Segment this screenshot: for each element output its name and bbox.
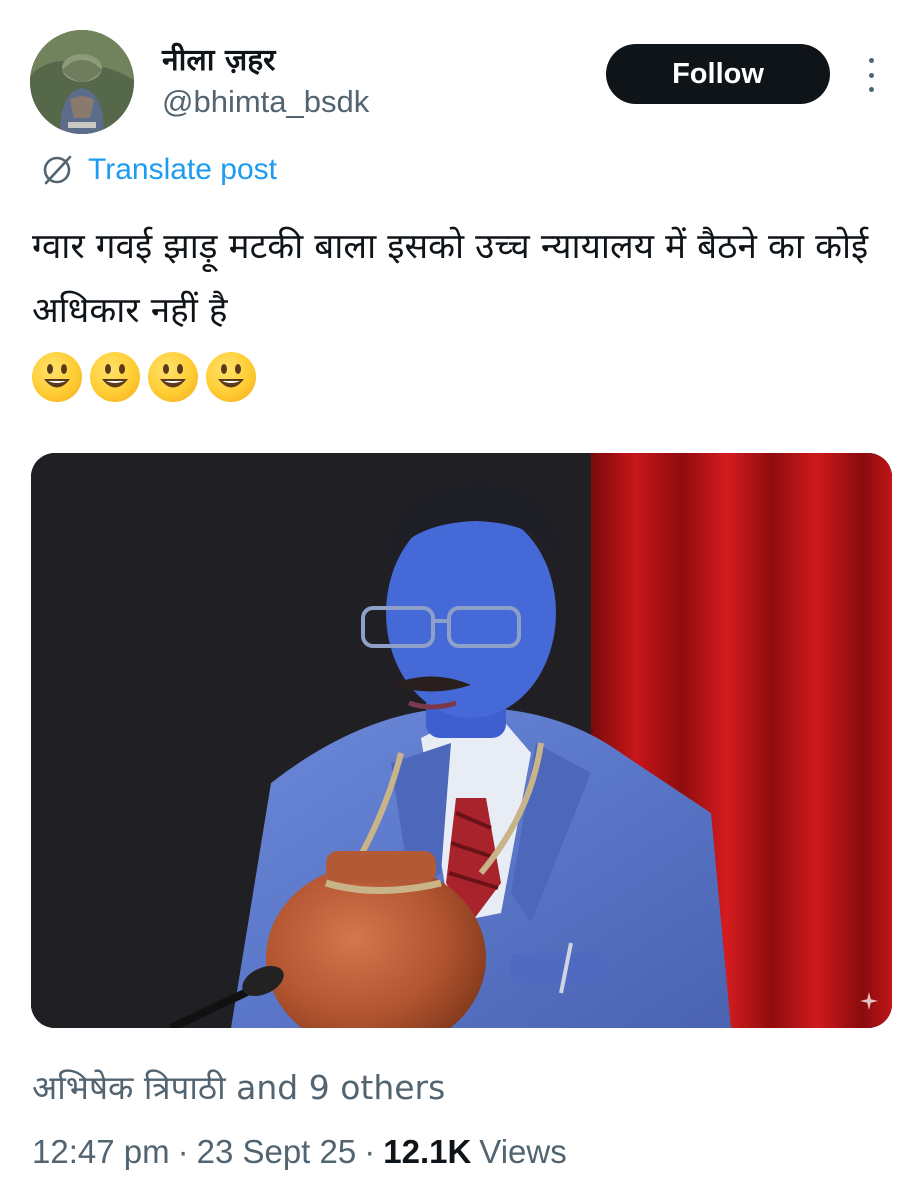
post-date[interactable]: 23 Sept 25 — [197, 1133, 357, 1171]
smiley-emoji — [32, 352, 82, 402]
avatar[interactable] — [30, 30, 134, 134]
views-label: Views — [479, 1133, 567, 1170]
meta-separator: · — [364, 1133, 376, 1170]
display-name[interactable]: नीला ज़हर — [162, 38, 275, 79]
smiley-emoji — [148, 352, 198, 402]
post-image[interactable] — [31, 453, 892, 1028]
translate-post-link[interactable]: Translate post — [40, 150, 277, 190]
social-context[interactable]: अभिषेक त्रिपाठी and 9 others — [32, 1064, 445, 1109]
follow-button[interactable]: Follow — [606, 44, 830, 104]
post-page: नीला ज़हर @bhimta_bsdk Follow Translate … — [0, 0, 921, 1200]
sparkle-icon — [860, 992, 878, 1010]
post-meta: 12:47 pm · 23 Sept 25 · 12.1K Views — [32, 1133, 567, 1171]
smiley-emoji — [206, 352, 256, 402]
globe-slash-icon — [43, 155, 72, 185]
more-vertical-icon[interactable] — [856, 54, 886, 96]
translate-post-label: Translate post — [88, 153, 277, 186]
post-text: ग्वार गवई झाड़ू मटकी बाला इसको उच्च न्या… — [32, 227, 869, 331]
post-time[interactable]: 12:47 pm — [32, 1133, 170, 1171]
emoji-row — [32, 352, 256, 402]
smiley-emoji — [90, 352, 140, 402]
user-handle[interactable]: @bhimta_bsdk — [162, 84, 369, 120]
meta-separator: · — [177, 1133, 189, 1170]
views-count[interactable]: 12.1K — [383, 1133, 471, 1171]
